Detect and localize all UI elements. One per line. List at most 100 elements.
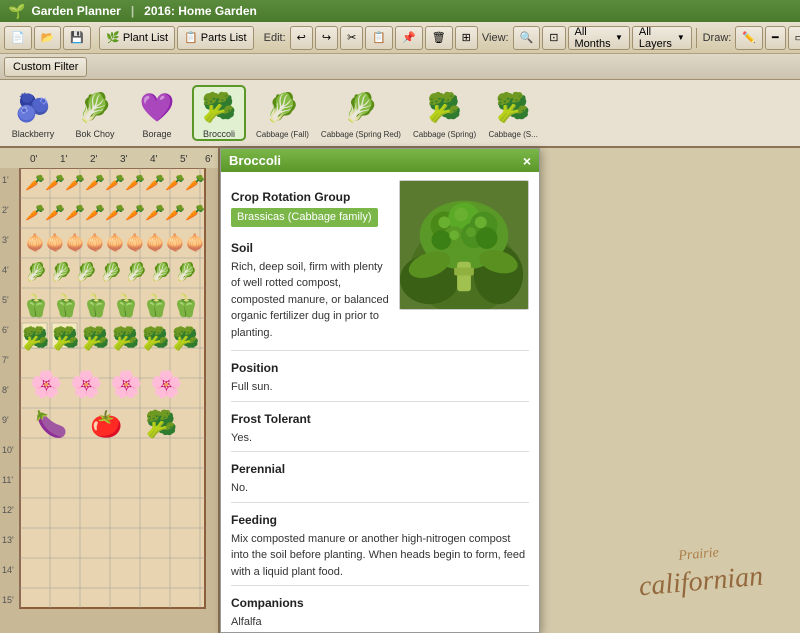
soil-title: Soil: [231, 239, 389, 257]
draw-pencil-button[interactable]: ✏️: [735, 26, 763, 50]
plant-item-bok-choy[interactable]: 🥬 Bok Choy: [70, 87, 120, 139]
grid-header: 0' 1' 2' 3' 4' 5' 6': [0, 148, 218, 168]
plant-list-button[interactable]: 🌿 Plant List: [99, 26, 175, 50]
svg-text:12': 12': [2, 505, 14, 515]
svg-text:1': 1': [2, 175, 9, 185]
perennial-title: Perennial: [231, 460, 529, 478]
svg-text:🧅: 🧅: [25, 233, 45, 252]
divider-1: [231, 350, 529, 351]
feeding-title: Feeding: [231, 511, 529, 529]
svg-text:🥕: 🥕: [145, 204, 165, 222]
companions-title: Companions: [231, 594, 529, 612]
svg-text:🥕: 🥕: [165, 204, 185, 222]
frost-tolerant-title: Frost Tolerant: [231, 410, 529, 428]
svg-text:🌸: 🌸: [30, 369, 62, 399]
info-panel: Broccoli × Crop Rotation Group Brassicas…: [220, 148, 540, 633]
copy-button[interactable]: 📋: [365, 26, 393, 50]
svg-text:🥕: 🥕: [25, 174, 45, 192]
save-button[interactable]: 💾: [63, 26, 91, 50]
info-panel-title: Broccoli: [229, 153, 281, 168]
svg-text:🫑: 🫑: [52, 293, 79, 318]
cabbage-spring-label: Cabbage (Spring): [413, 130, 476, 139]
broccoli-icon: 🥦: [199, 87, 239, 127]
draw-rect-button[interactable]: ▭: [788, 26, 800, 50]
parts-list-icon: 📋: [184, 31, 198, 44]
svg-text:🫑: 🫑: [142, 293, 169, 318]
new-button[interactable]: 📄: [4, 26, 32, 50]
custom-filter-button[interactable]: Custom Filter: [4, 57, 87, 77]
svg-text:🥕: 🥕: [45, 204, 65, 222]
toolbar-sep-3: [696, 28, 697, 48]
broccoli-label: Broccoli: [203, 129, 235, 139]
broccoli-image: [399, 180, 529, 310]
svg-text:🍅: 🍅: [90, 409, 122, 440]
layers-dropdown-arrow: ▼: [677, 33, 685, 42]
borage-label: Borage: [142, 129, 171, 139]
delete-button[interactable]: 🗑: [425, 26, 453, 50]
svg-text:🧅: 🧅: [165, 233, 185, 252]
edit-label: Edit:: [264, 32, 286, 44]
plant-list-icon: 🌿: [106, 31, 120, 44]
parts-list-button[interactable]: 📋 Parts List: [177, 26, 254, 50]
svg-text:🥬: 🥬: [150, 261, 172, 282]
cabbage-spring-red-label: Cabbage (Spring Red): [321, 130, 401, 139]
svg-text:🥦: 🥦: [52, 325, 79, 352]
svg-text:🌸: 🌸: [70, 369, 102, 399]
info-close-button[interactable]: ×: [523, 154, 531, 168]
zoom-fit-button[interactable]: ⊡: [542, 26, 565, 50]
svg-text:4': 4': [150, 154, 158, 165]
crop-rotation-col: Crop Rotation Group Brassicas (Cabbage f…: [231, 180, 389, 345]
layers-dropdown[interactable]: All Layers ▼: [632, 26, 692, 50]
svg-text:🧅: 🧅: [85, 233, 105, 252]
cabbage-spring-red-icon: 🥬: [341, 88, 381, 128]
svg-text:6': 6': [205, 154, 213, 165]
redo-button[interactable]: ↪: [315, 26, 338, 50]
plant-item-broccoli[interactable]: 🥦 Broccoli: [194, 87, 244, 139]
svg-text:🥕: 🥕: [65, 174, 85, 192]
zoom-in-button[interactable]: 🔍: [513, 26, 541, 50]
cabbage-fall-label: Cabbage (Fall): [256, 130, 309, 139]
plant-item-blackberry[interactable]: 🫐 Blackberry: [8, 87, 58, 139]
crop-rotation-row: Crop Rotation Group Brassicas (Cabbage f…: [231, 180, 529, 345]
svg-text:3': 3': [120, 154, 128, 165]
plant-item-cabbage-fall[interactable]: 🥬 Cabbage (Fall): [256, 88, 309, 139]
plant-item-borage[interactable]: 💜 Borage: [132, 87, 182, 139]
cabbage-spring-icon: 🥦: [425, 88, 465, 128]
plant-toolbar: Custom Filter: [0, 54, 800, 80]
svg-text:🧅: 🧅: [145, 233, 165, 252]
plant-item-cabbage-spring-red[interactable]: 🥬 Cabbage (Spring Red): [321, 88, 401, 139]
open-button[interactable]: 📂: [34, 26, 62, 50]
crop-rotation-title: Crop Rotation Group: [231, 188, 389, 206]
main-content: 0' 1' 2' 3' 4' 5' 6': [0, 148, 800, 633]
svg-text:8': 8': [2, 385, 9, 395]
crop-rotation-value: Brassicas (Cabbage family): [231, 208, 378, 227]
divider-5: [231, 585, 529, 586]
cabbage-fall-icon: 🥬: [262, 88, 302, 128]
select-all-button[interactable]: ⊞: [455, 26, 478, 50]
svg-text:🧅: 🧅: [65, 233, 85, 252]
feeding-text: Mix composted manure or another high-nit…: [231, 531, 529, 581]
svg-text:14': 14': [2, 565, 14, 575]
garden-svg: 1' 2' 3' 4' 5' 6' 7' 8' 9' 10' 11' 12' 1…: [0, 168, 220, 628]
draw-line-button[interactable]: ━: [765, 26, 786, 50]
svg-text:🧅: 🧅: [185, 233, 205, 252]
svg-text:🧅: 🧅: [105, 233, 125, 252]
app-icon: 🌱: [8, 3, 25, 20]
title-bar: 🌱 Garden Planner | 2016: Home Garden: [0, 0, 800, 22]
cut-button[interactable]: ✂: [340, 26, 363, 50]
months-dropdown[interactable]: All Months ▼: [568, 26, 630, 50]
garden-area[interactable]: 0' 1' 2' 3' 4' 5' 6': [0, 148, 220, 633]
svg-text:🥕: 🥕: [145, 174, 165, 192]
garden-canvas[interactable]: 1' 2' 3' 4' 5' 6' 7' 8' 9' 10' 11' 12' 1…: [0, 168, 218, 633]
paste-button[interactable]: 📌: [395, 26, 423, 50]
position-title: Position: [231, 359, 529, 377]
svg-text:🥕: 🥕: [185, 204, 205, 222]
svg-text:0': 0': [30, 154, 38, 165]
svg-text:11': 11': [2, 475, 13, 485]
watermark-text: Prairie californian: [636, 540, 765, 605]
main-toolbar: 📄 📂 💾 🌿 Plant List 📋 Parts List Edit: ↩ …: [0, 22, 800, 54]
plant-item-cabbage-spring[interactable]: 🥦 Cabbage (Spring): [413, 88, 476, 139]
svg-text:🧅: 🧅: [45, 233, 65, 252]
undo-button[interactable]: ↩: [290, 26, 313, 50]
plant-item-cabbage-s[interactable]: 🥦 Cabbage (S...: [488, 88, 538, 139]
